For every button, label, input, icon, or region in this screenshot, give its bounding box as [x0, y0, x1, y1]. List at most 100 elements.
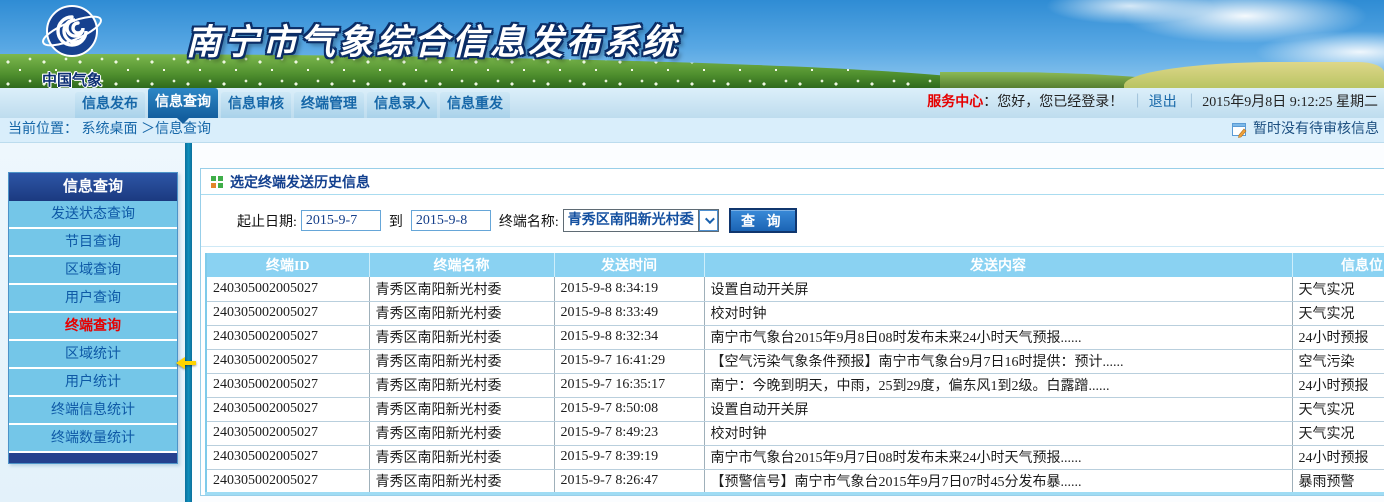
cell-send-content: 【预警信号】南宁市气象台2015年9月7日07时45分发布暴......: [704, 469, 1292, 493]
chevron-down-icon[interactable]: [698, 210, 718, 231]
nav-tab[interactable]: 信息发布: [75, 92, 145, 118]
cell-send-content: 设置自动开关屏: [704, 397, 1292, 421]
cell-info-type: 天气实况: [1292, 301, 1384, 325]
table-row: 240305002005027 青秀区南阳新光村委 2015-9-8 8:33:…: [206, 301, 1384, 325]
breadcrumb-home[interactable]: 系统桌面: [82, 122, 138, 137]
panel-title: 选定终端发送历史信息: [230, 172, 370, 192]
panel-title-bar: 选定终端发送历史信息: [201, 169, 1384, 195]
cell-terminal-id: 240305002005027: [206, 373, 369, 397]
terminal-name-label: 终端名称:: [499, 211, 559, 231]
sidebar-item[interactable]: 终端数量统计: [9, 425, 177, 453]
cell-info-type: 天气实况: [1292, 277, 1384, 301]
col-terminal-name: 终端名称: [369, 253, 554, 277]
cma-logo: 中国气象: [20, 2, 124, 88]
cell-send-content: 【空气污染气象条件预报】南宁市气象台9月7日16时提供：预计......: [704, 349, 1292, 373]
cell-send-content: 南宁市气象台2015年9月8日08时发布未来24小时天气预报......: [704, 325, 1292, 349]
nav-tab[interactable]: 终端管理: [294, 92, 364, 118]
date-range-label: 起止日期:: [237, 211, 297, 231]
yellow-hill-image: [1124, 62, 1384, 88]
content-area: 信息查询 发送状态查询 节目查询 区域查询 用户查询 终端查询 区域统计: [0, 143, 1384, 502]
sidebar-menu: 信息查询 发送状态查询 节目查询 区域查询 用户查询 终端查询 区域统计: [8, 172, 178, 464]
cell-send-time: 2015-9-7 8:49:23: [554, 421, 704, 445]
login-greeting: ：您好，您已经登录！: [983, 95, 1123, 110]
cell-info-type: 天气实况: [1292, 421, 1384, 445]
date-from-input[interactable]: [301, 210, 381, 231]
cell-send-time: 2015-9-8 8:34:19: [554, 277, 704, 301]
cell-terminal-name: 青秀区南阳新光村委: [369, 301, 554, 325]
nav-tabs: 信息发布 信息查询 信息审核 终端管理 信息录入 信息重发: [75, 88, 510, 118]
cell-terminal-name: 青秀区南阳新光村委: [369, 397, 554, 421]
cell-info-type: 天气实况: [1292, 397, 1384, 421]
cell-terminal-name: 青秀区南阳新光村委: [369, 421, 554, 445]
sidebar-item[interactable]: 区域统计: [9, 341, 177, 369]
sidebar: 信息查询 发送状态查询 节目查询 区域查询 用户查询 终端查询 区域统计: [0, 143, 185, 502]
datetime-display: 2015年9月8日 9:12:25 星期二: [1202, 95, 1378, 110]
cell-terminal-id: 240305002005027: [206, 277, 369, 301]
table-row: 240305002005027 青秀区南阳新光村委 2015-9-7 16:41…: [206, 349, 1384, 373]
terminal-select[interactable]: 青秀区南阳新光村委: [563, 209, 719, 232]
table-row: 240305002005027 青秀区南阳新光村委 2015-9-8 8:32:…: [206, 325, 1384, 349]
banner: 中国气象 南宁市气象综合信息发布系统: [0, 0, 1384, 88]
nav-tab[interactable]: 信息审核: [221, 92, 291, 118]
cell-info-type: 暴雨预警: [1292, 469, 1384, 493]
sidebar-item[interactable]: 用户统计: [9, 369, 177, 397]
cell-terminal-id: 240305002005027: [206, 445, 369, 469]
table-header-row: 终端ID 终端名称 发送时间 发送内容 信息位: [206, 253, 1384, 277]
cell-terminal-name: 青秀区南阳新光村委: [369, 445, 554, 469]
sidebar-divider: [185, 143, 192, 502]
nav-tab[interactable]: 信息重发: [440, 92, 510, 118]
cell-send-time: 2015-9-7 8:39:19: [554, 445, 704, 469]
col-send-content: 发送内容: [704, 253, 1292, 277]
cell-terminal-id: 240305002005027: [206, 325, 369, 349]
sidebar-items: 发送状态查询 节目查询 区域查询 用户查询 终端查询 区域统计 用户统计 终端: [9, 201, 177, 453]
app-window: 中国气象 南宁市气象综合信息发布系统 信息发布 信息查询 信息审核 终端管理 信…: [0, 0, 1384, 502]
grid-icon: [211, 176, 223, 188]
cell-send-content: 校对时钟: [704, 421, 1292, 445]
cell-terminal-id: 240305002005027: [206, 469, 369, 493]
terminal-select-value: 青秀区南阳新光村委: [564, 210, 698, 231]
date-to-input[interactable]: [411, 210, 491, 231]
cell-send-time: 2015-9-8 8:32:34: [554, 325, 704, 349]
separator: ｜: [1184, 95, 1198, 110]
audit-notice: 暂时没有待审核信息: [1232, 118, 1379, 142]
nav-tab[interactable]: 信息录入: [367, 92, 437, 118]
cell-send-time: 2015-9-7 16:41:29: [554, 349, 704, 373]
query-button[interactable]: 查 询: [729, 208, 797, 233]
table-row: 240305002005027 青秀区南阳新光村委 2015-9-7 16:35…: [206, 373, 1384, 397]
history-table: 终端ID 终端名称 发送时间 发送内容 信息位 240305002005027: [205, 253, 1384, 495]
cell-send-time: 2015-9-7 8:26:47: [554, 469, 704, 493]
nav-tab[interactable]: 信息查询: [148, 88, 218, 118]
table-row: 240305002005027 青秀区南阳新光村委 2015-9-7 8:39:…: [206, 445, 1384, 469]
service-bar: 服务中心：您好，您已经登录！ ｜退出 ｜2015年9月8日 9:12:25 星期…: [927, 88, 1378, 118]
sidebar-item[interactable]: 用户查询: [9, 285, 177, 313]
logout-link[interactable]: 退出: [1149, 95, 1177, 110]
cell-terminal-name: 青秀区南阳新光村委: [369, 349, 554, 373]
service-center-label: 服务中心: [927, 95, 983, 110]
cell-terminal-id: 240305002005027: [206, 397, 369, 421]
cell-send-content: 校对时钟: [704, 301, 1292, 325]
cell-terminal-name: 青秀区南阳新光村委: [369, 277, 554, 301]
sidebar-item[interactable]: 区域查询: [9, 257, 177, 285]
sidebar-item[interactable]: 发送状态查询: [9, 201, 177, 229]
system-title: 南宁市气象综合信息发布系统: [186, 14, 680, 65]
cell-send-time: 2015-9-7 16:35:17: [554, 373, 704, 397]
table-row: 240305002005027 青秀区南阳新光村委 2015-9-7 8:50:…: [206, 397, 1384, 421]
cell-info-type: 24小时预报: [1292, 373, 1384, 397]
audit-notice-text: 暂时没有待审核信息: [1253, 118, 1379, 142]
sidebar-footer: [9, 453, 177, 463]
cell-info-type: 24小时预报: [1292, 445, 1384, 469]
cell-send-content: 南宁市气象台2015年9月7日08时发布未来24小时天气预报......: [704, 445, 1292, 469]
cma-spiral-icon: [40, 2, 104, 64]
sidebar-header: 信息查询: [9, 173, 177, 201]
sidebar-item[interactable]: 终端查询: [9, 313, 177, 341]
sidebar-item[interactable]: 节目查询: [9, 229, 177, 257]
to-label: 到: [389, 211, 403, 231]
document-pencil-icon: [1232, 123, 1248, 138]
table-row: 240305002005027 青秀区南阳新光村委 2015-9-8 8:34:…: [206, 277, 1384, 301]
cell-terminal-id: 240305002005027: [206, 349, 369, 373]
table-row: 240305002005027 青秀区南阳新光村委 2015-9-7 8:49:…: [206, 421, 1384, 445]
sidebar-item[interactable]: 终端信息统计: [9, 397, 177, 425]
cell-send-time: 2015-9-8 8:33:49: [554, 301, 704, 325]
cell-info-type: 24小时预报: [1292, 325, 1384, 349]
history-panel: 选定终端发送历史信息 起止日期: 到 终端名称: 青秀区南阳新光村委 查 询: [200, 168, 1384, 496]
